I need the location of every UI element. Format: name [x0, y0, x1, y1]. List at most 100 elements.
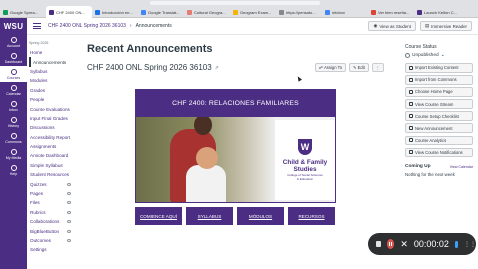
sidebar-buttons: Import Existing Content Import from Commo…: [405, 63, 473, 158]
course-nav-collaborations[interactable]: Collaborations: [29, 217, 79, 226]
comience-aqui-button[interactable]: COMIENCE AQUÍ: [135, 207, 182, 225]
course-nav-people[interactable]: People: [29, 95, 79, 104]
course-nav-assignments[interactable]: Assignments: [29, 142, 79, 151]
course-nav-student-resources[interactable]: Student Resources: [29, 170, 79, 179]
microphone-icon[interactable]: [454, 240, 458, 248]
link-icon[interactable]: ⇗: [215, 65, 219, 71]
course-nav-label: Assignments: [30, 144, 57, 150]
new-announcement-button[interactable]: New Announcement: [405, 123, 473, 134]
student-view-icon: ◉: [373, 23, 378, 28]
global-nav-history[interactable]: History: [0, 114, 27, 130]
hidden-eye-icon: [67, 210, 71, 214]
edit-label: Edit: [357, 65, 365, 70]
course-nav-outcomes[interactable]: Outcomes: [29, 236, 79, 245]
header-buttons: ◉ View as Student ▤ Immersive Reader: [368, 21, 472, 31]
course-header: CHF 2400 ONL Spring 2026 36103 › Announc…: [27, 18, 478, 35]
global-nav-items: Account Dashboard Courses Calendar Inbox Hist…: [0, 34, 27, 178]
browser-tab[interactable]: Launch Kelton C...: [414, 6, 460, 18]
course-nav-label: Home: [30, 50, 43, 56]
global-nav-label: Courses: [6, 75, 21, 80]
drag-handle-icon[interactable]: ⋮⋮: [464, 241, 476, 248]
browser-tab-label: CHF 2400 ON...: [56, 9, 85, 15]
course-nav-annote-dashboard[interactable]: Annote Dashboard: [29, 151, 79, 160]
course-nav-modules[interactable]: Modules: [29, 76, 79, 85]
view-as-student-button[interactable]: ◉ View as Student: [368, 21, 416, 31]
course-setup-checklist-button[interactable]: Course Setup Checklist: [405, 111, 473, 121]
course-nav-label: BigBlueButton: [30, 228, 60, 234]
edit-button[interactable]: ✎ Edit: [349, 63, 369, 72]
global-nav-courses[interactable]: Courses: [0, 66, 27, 82]
browser-tab[interactable]: Google Sprea...: [0, 6, 46, 18]
course-nav-quizzes[interactable]: Quizzes: [29, 179, 79, 188]
view-course-notifications-button[interactable]: View Course Notifications: [405, 147, 473, 158]
course-nav-simple-syllabus[interactable]: Simple Syllabus: [29, 161, 79, 170]
import-from-commons-button[interactable]: Import from Commons: [405, 75, 473, 85]
browser-tab[interactable]: Geogram Exam...: [230, 6, 276, 18]
inbox-icon: [10, 100, 17, 107]
global-nav-my-media[interactable]: My Media: [0, 146, 27, 162]
my-media-icon: [10, 148, 17, 155]
breadcrumb-course[interactable]: CHF 2400 ONL Spring 2026 36103: [48, 23, 126, 29]
assign-to-button[interactable]: ☍ Assign To: [314, 63, 347, 72]
browser-tab[interactable]: Google Translat...: [138, 6, 184, 18]
course-nav-course-evaluations[interactable]: Course Evaluations: [29, 104, 79, 113]
global-nav-account[interactable]: Account: [0, 34, 27, 50]
course-nav-label: Syllabus: [30, 68, 48, 74]
immersive-reader-button[interactable]: ▤ Immersive Reader: [419, 21, 472, 31]
view-course-stream-button[interactable]: View Course Stream: [405, 99, 473, 109]
course-nav-rubrics[interactable]: Rubrics: [29, 208, 79, 217]
hidden-eye-icon: [67, 239, 71, 242]
import-from-commons-icon: [409, 77, 413, 82]
course-nav-label: People: [30, 97, 45, 103]
global-nav-help[interactable]: Help: [0, 162, 27, 178]
course-nav-label: Settings: [30, 247, 47, 253]
address-bar[interactable]: [150, 1, 320, 5]
stop-recording-icon[interactable]: [376, 241, 381, 247]
course-nav-discussions[interactable]: Discussions: [29, 123, 79, 132]
course-nav-label: Accessibility Report: [30, 134, 71, 140]
course-nav-input-final-grades[interactable]: Input Final Grades: [29, 114, 79, 123]
browser-tab-label: https://pensato...: [286, 9, 316, 15]
modulos-button[interactable]: MÓDULOS: [237, 207, 284, 225]
browser-tab[interactable]: Ver bien reseña...: [368, 6, 414, 18]
browser-chrome: Google Sprea... CHF 2400 ON... Introducció…: [0, 0, 478, 18]
course-nav-home[interactable]: Home: [29, 48, 79, 57]
course-nav-announcements[interactable]: Announcements: [29, 57, 79, 67]
course-nav-accessibility-report[interactable]: Accessibility Report: [29, 133, 79, 142]
comience-aqui-label: COMIENCE AQUÍ: [139, 213, 177, 219]
view-calendar-link[interactable]: View Calendar: [450, 165, 473, 169]
global-nav-dashboard[interactable]: Dashboard: [0, 50, 27, 66]
course-status-dropdown[interactable]: Unpublished ⌄: [405, 53, 473, 58]
course-nav-bigbluebutton[interactable]: BigBlueButton: [29, 226, 79, 235]
cancel-recording-icon[interactable]: ✕: [400, 239, 408, 249]
announcement-header: CHF 2400 ONL Spring 2026 36103 ⇗ ☍ Assig…: [87, 63, 392, 77]
more-options-button[interactable]: ⋮: [371, 63, 384, 72]
pause-recording-icon[interactable]: [386, 239, 395, 249]
global-nav-inbox[interactable]: Inbox: [0, 98, 27, 114]
course-analytics-button[interactable]: Course Analytics: [405, 135, 473, 146]
import-existing-content-button[interactable]: Import Existing Content: [405, 63, 473, 73]
recursos-button[interactable]: RECURSOS: [288, 207, 335, 225]
global-nav-calendar[interactable]: Calendar: [0, 82, 27, 98]
course-nav-syllabus[interactable]: Syllabus: [29, 67, 79, 76]
hamburger-menu-icon[interactable]: [33, 23, 41, 29]
tab-favicon-icon: [279, 9, 284, 15]
courses-icon: [10, 68, 17, 75]
browser-tab[interactable]: infobox: [322, 6, 368, 18]
chevron-down-icon: ⌄: [440, 53, 445, 58]
course-nav-pages[interactable]: Pages: [29, 189, 79, 198]
course-nav-grades[interactable]: Grades: [29, 86, 79, 95]
browser-tab[interactable]: Introducción en...: [92, 6, 138, 18]
browser-tab[interactable]: https://pensato...: [276, 6, 322, 18]
course-nav-settings[interactable]: Settings: [29, 245, 79, 254]
browser-tab[interactable]: CHF 2400 ON...: [46, 6, 92, 18]
browser-tab[interactable]: Cultural Geogra...: [184, 6, 230, 18]
wsu-logo[interactable]: WSU: [0, 18, 27, 34]
choose-home-page-icon: [409, 89, 413, 94]
course-status-value: Unpublished: [412, 53, 439, 58]
course-nav-files[interactable]: Files: [29, 198, 79, 207]
course-nav-label: Annote Dashboard: [30, 153, 69, 159]
choose-home-page-button[interactable]: Choose Home Page: [405, 87, 473, 97]
syllabus-button[interactable]: SYLLABUS: [186, 207, 233, 225]
global-nav-commons[interactable]: Commons: [0, 130, 27, 146]
